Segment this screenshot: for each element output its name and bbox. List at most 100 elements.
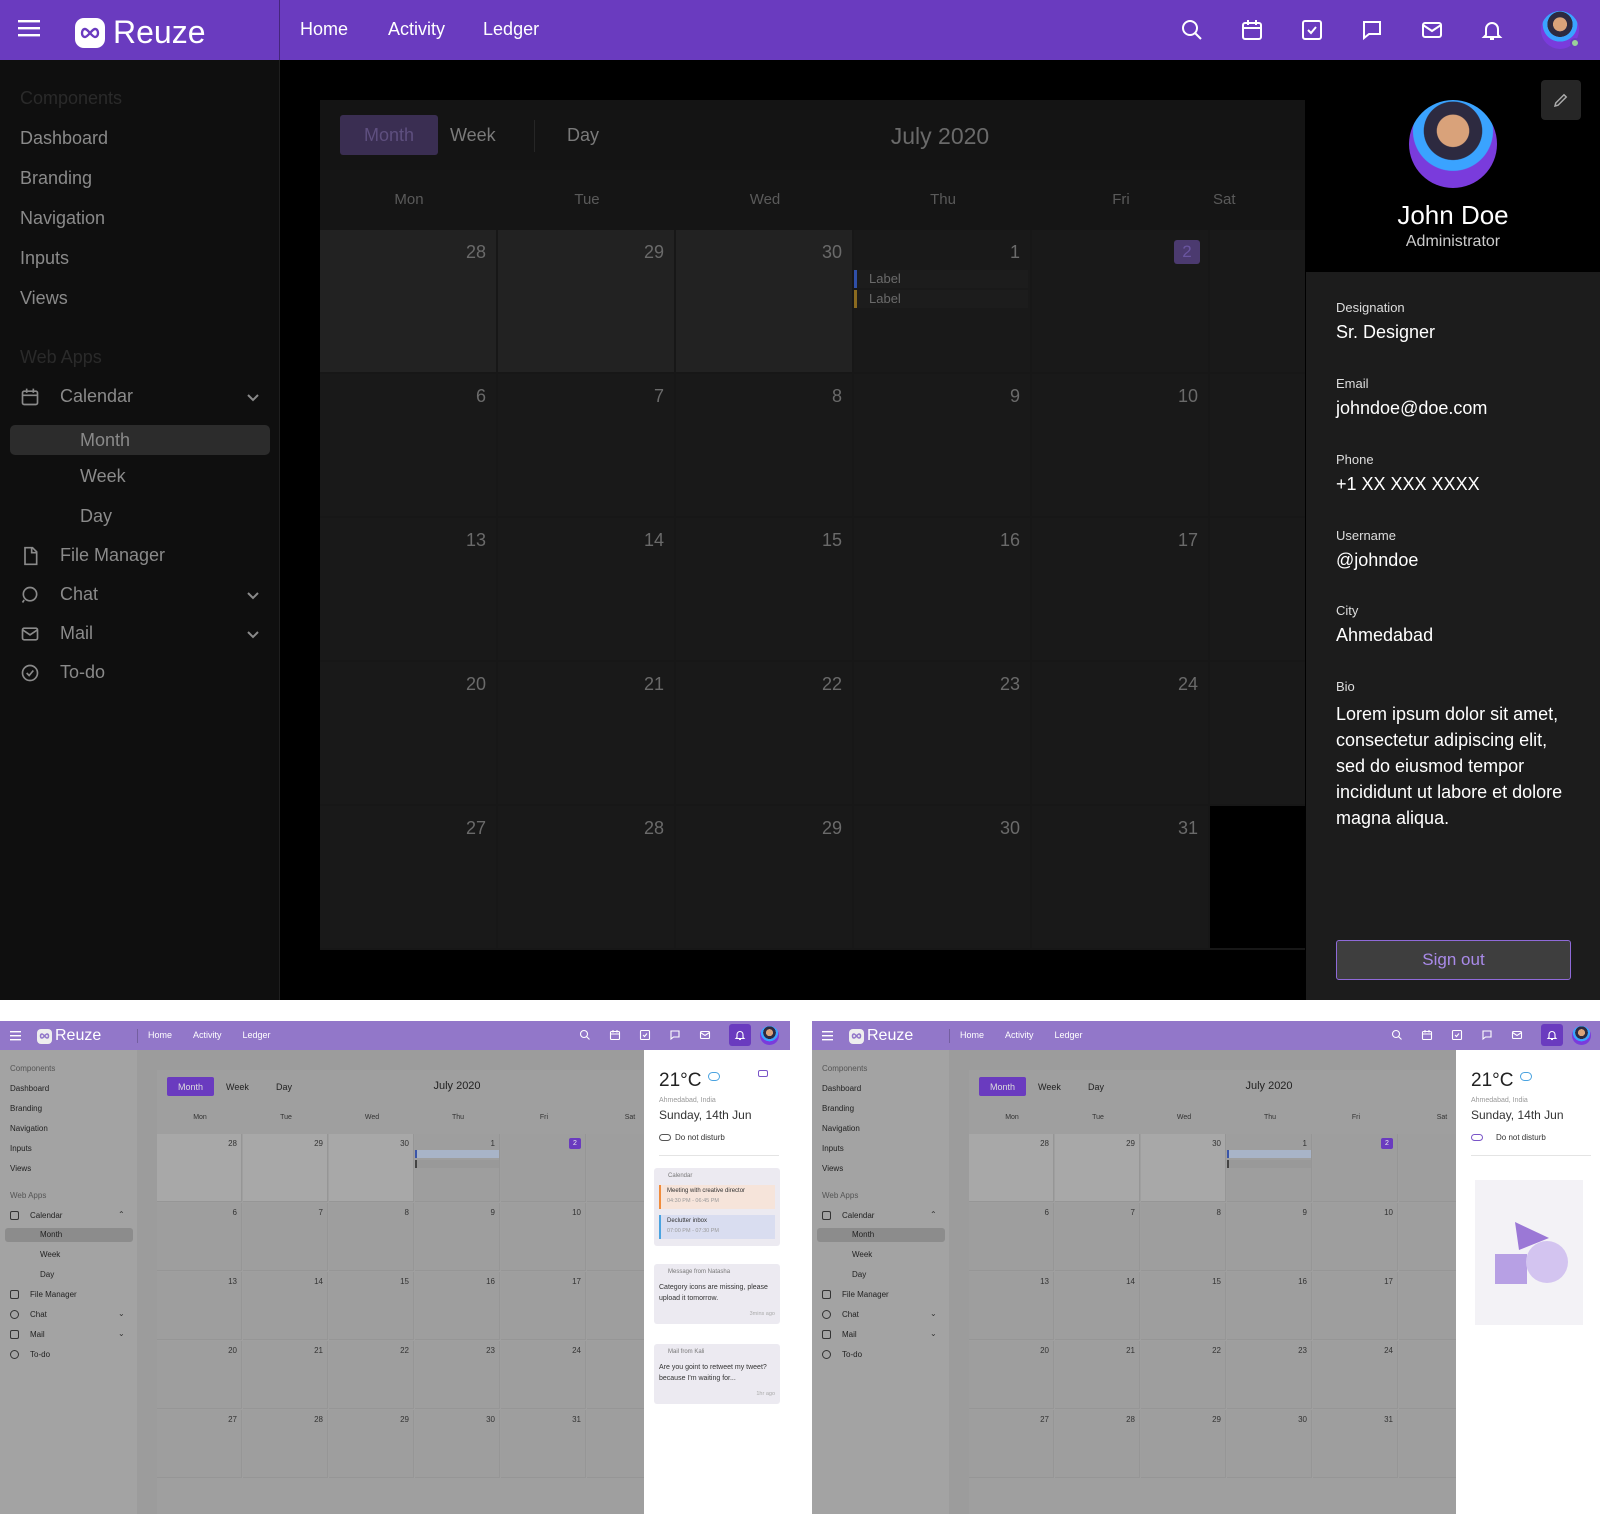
sidebar-item-calendar[interactable]: Calendar xyxy=(842,1211,874,1220)
calendar-day-cell[interactable]: 7 xyxy=(243,1203,328,1271)
calendar-day-cell[interactable]: 20 xyxy=(320,662,496,804)
checkbox-icon[interactable] xyxy=(639,1029,651,1041)
calendar-day-cell[interactable]: 1 xyxy=(1227,1134,1312,1202)
view-tab-week[interactable]: Week xyxy=(450,125,496,146)
calendar-day-cell[interactable] xyxy=(1210,374,1305,516)
view-tab-week[interactable]: Week xyxy=(226,1082,249,1092)
calendar-icon[interactable] xyxy=(609,1029,621,1041)
nav-home[interactable]: Home xyxy=(960,1030,984,1040)
sidebar-item-file-manager[interactable]: File Manager xyxy=(842,1290,889,1299)
menu-icon[interactable] xyxy=(822,1030,834,1041)
calendar-day-cell[interactable]: 23 xyxy=(854,662,1030,804)
brand-logo[interactable]: Reuze xyxy=(75,14,206,51)
calendar-day-cell[interactable]: 14 xyxy=(498,518,674,660)
calendar-day-cell[interactable]: 28 xyxy=(243,1410,328,1478)
search-icon[interactable] xyxy=(1391,1029,1403,1041)
calendar-day-cell[interactable]: 10 xyxy=(1032,374,1208,516)
calendar-day-cell[interactable] xyxy=(587,1134,644,1202)
calendar-day-cell[interactable]: 16 xyxy=(415,1272,500,1340)
sidebar-subitem-month-active[interactable] xyxy=(817,1228,945,1242)
calendar-day-cell[interactable]: 29 xyxy=(243,1134,328,1202)
calendar-day-cell[interactable]: 29 xyxy=(1141,1410,1226,1478)
view-tab-month[interactable]: Month xyxy=(167,1077,214,1096)
calendar-day-cell[interactable] xyxy=(587,1410,644,1478)
calendar-day-cell[interactable] xyxy=(587,1272,644,1340)
sidebar-item-file-manager[interactable]: File Manager xyxy=(20,545,165,566)
close-icon[interactable] xyxy=(758,1070,768,1077)
event-item[interactable]: Meeting with creative director 04:30 PM -… xyxy=(659,1185,775,1209)
calendar-day-cell[interactable]: 24 xyxy=(501,1341,586,1409)
calendar-day-cell[interactable]: 23 xyxy=(415,1341,500,1409)
calendar-day-cell[interactable] xyxy=(1399,1272,1456,1340)
bell-icon[interactable] xyxy=(1541,1024,1563,1046)
calendar-event[interactable] xyxy=(1227,1150,1311,1158)
calendar-day-cell[interactable]: 22 xyxy=(329,1341,414,1409)
mail-icon[interactable] xyxy=(1511,1029,1523,1041)
view-tab-month[interactable]: Month xyxy=(340,115,438,155)
calendar-day-cell[interactable]: 1 Label Label xyxy=(854,230,1030,372)
calendar-day-cell[interactable]: 15 xyxy=(329,1272,414,1340)
search-icon[interactable] xyxy=(1180,18,1204,42)
calendar-day-cell[interactable]: 8 xyxy=(1141,1203,1226,1271)
calendar-day-cell[interactable] xyxy=(1399,1341,1456,1409)
calendar-day-cell[interactable]: 29 xyxy=(1055,1134,1140,1202)
calendar-day-cell[interactable]: 28 xyxy=(1055,1410,1140,1478)
calendar-day-cell[interactable]: 20 xyxy=(969,1341,1054,1409)
calendar-day-cell[interactable]: 20 xyxy=(157,1341,242,1409)
calendar-day-cell[interactable]: 28 xyxy=(320,230,496,372)
sidebar-subitem-month-active[interactable]: Month xyxy=(10,425,270,455)
sidebar-item-views[interactable]: Views xyxy=(10,1164,31,1173)
calendar-day-cell[interactable]: 31 xyxy=(1032,806,1208,948)
brand-logo[interactable]: Reuze xyxy=(37,1027,101,1045)
calendar-day-cell[interactable]: 21 xyxy=(1055,1341,1140,1409)
sidebar-item-inputs[interactable]: Inputs xyxy=(20,248,69,269)
calendar-day-cell[interactable]: 1 xyxy=(415,1134,500,1202)
message-card[interactable]: Message from Natasha Category icons are m… xyxy=(654,1264,780,1324)
calendar-day-cell[interactable]: 7 xyxy=(498,374,674,516)
sidebar-item-todo[interactable]: To-do xyxy=(20,662,105,683)
calendar-day-cell[interactable]: 8 xyxy=(329,1203,414,1271)
nav-activity[interactable]: Activity xyxy=(1005,1030,1034,1040)
dnd-toggle[interactable] xyxy=(659,1134,671,1141)
calendar-day-cell[interactable]: 24 xyxy=(1032,662,1208,804)
calendar-day-cell[interactable]: 30 xyxy=(676,230,852,372)
calendar-day-cell[interactable]: 16 xyxy=(1227,1272,1312,1340)
calendar-event[interactable]: Label xyxy=(854,270,1028,288)
sidebar-item-todo[interactable]: To-do xyxy=(842,1350,862,1359)
sidebar-item-mail[interactable]: Mail xyxy=(842,1330,857,1339)
sidebar-item-calendar[interactable]: Calendar xyxy=(30,1211,62,1220)
calendar-day-cell[interactable]: 24 xyxy=(1313,1341,1398,1409)
calendar-day-cell[interactable]: 14 xyxy=(1055,1272,1140,1340)
dnd-toggle[interactable] xyxy=(1471,1134,1483,1141)
calendar-day-cell[interactable]: 7 xyxy=(1055,1203,1140,1271)
calendar-day-cell[interactable] xyxy=(1210,806,1305,948)
calendar-day-cell[interactable]: 30 xyxy=(1141,1134,1226,1202)
calendar-day-cell[interactable]: 27 xyxy=(320,806,496,948)
calendar-day-cell[interactable]: 14 xyxy=(243,1272,328,1340)
calendar-day-cell[interactable]: 15 xyxy=(1141,1272,1226,1340)
calendar-day-cell[interactable]: 17 xyxy=(501,1272,586,1340)
nav-activity[interactable]: Activity xyxy=(388,19,445,40)
calendar-day-cell[interactable]: 27 xyxy=(969,1410,1054,1478)
view-tab-day[interactable]: Day xyxy=(276,1082,292,1092)
calendar-day-cell[interactable]: 29 xyxy=(676,806,852,948)
calendar-day-cell[interactable] xyxy=(1399,1134,1456,1202)
sidebar-item-views[interactable]: Views xyxy=(20,288,68,309)
nav-home[interactable]: Home xyxy=(300,19,348,40)
sidebar-item-branding[interactable]: Branding xyxy=(10,1104,42,1113)
calendar-day-cell[interactable]: 9 xyxy=(415,1203,500,1271)
sidebar-subitem-day[interactable]: Day xyxy=(40,1270,54,1279)
calendar-day-cell[interactable] xyxy=(587,1341,644,1409)
nav-ledger[interactable]: Ledger xyxy=(483,19,539,40)
calendar-day-cell[interactable] xyxy=(1399,1410,1456,1478)
sign-out-button[interactable]: Sign out xyxy=(1336,940,1571,980)
sidebar-item-calendar[interactable]: Calendar xyxy=(20,386,260,407)
calendar-day-cell[interactable]: 6 xyxy=(969,1203,1054,1271)
nav-ledger[interactable]: Ledger xyxy=(243,1030,271,1040)
calendar-day-cell[interactable]: 29 xyxy=(329,1410,414,1478)
calendar-icon[interactable] xyxy=(1421,1029,1433,1041)
sidebar-item-branding[interactable]: Branding xyxy=(822,1104,854,1113)
calendar-day-cell[interactable] xyxy=(1210,662,1305,804)
checkbox-icon[interactable] xyxy=(1451,1029,1463,1041)
calendar-day-cell[interactable]: 6 xyxy=(157,1203,242,1271)
